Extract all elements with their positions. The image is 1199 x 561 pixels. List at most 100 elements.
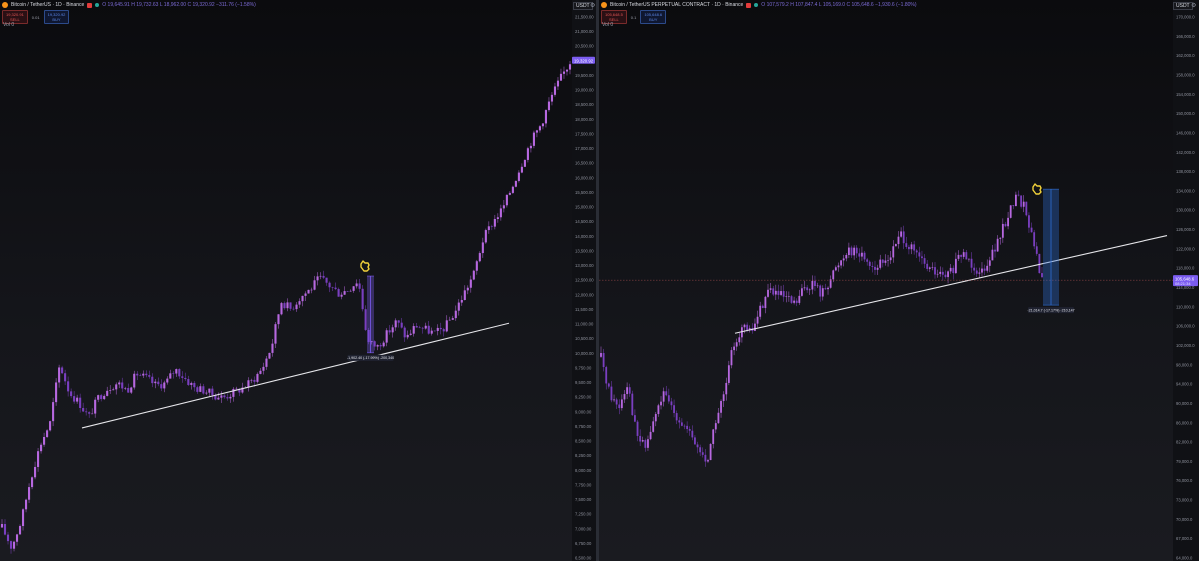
candle-body — [358, 283, 361, 289]
axis-tick-label: 8,250.00 — [575, 453, 592, 458]
candle-body — [415, 326, 418, 328]
axis-tick-label: 19,500.00 — [575, 73, 594, 78]
ohlc-values: O 19,645.91 H 19,732.63 L 18,962.00 C 19… — [102, 2, 256, 8]
candle-body — [649, 431, 652, 440]
candle-body — [746, 324, 749, 331]
axis-tick-label: 9,750.00 — [575, 365, 592, 370]
candle-body — [1017, 194, 1020, 196]
candle-body — [960, 254, 963, 257]
candle-body — [112, 389, 115, 391]
candle-body — [553, 86, 557, 95]
candles — [0, 60, 572, 554]
candle-body — [3, 524, 7, 535]
candle-body — [454, 310, 457, 319]
candle-body — [79, 397, 82, 409]
candle-body — [639, 435, 642, 442]
candle-body — [466, 287, 469, 291]
candle-body — [696, 444, 699, 448]
candle-body — [607, 383, 610, 387]
candle-body — [541, 123, 545, 127]
candle-body — [819, 285, 822, 297]
candle-body — [847, 247, 850, 256]
candle-body — [600, 353, 602, 357]
candle-body — [382, 342, 385, 347]
candle-body — [814, 280, 816, 286]
ohlc-values: O 107,579.2 H 107,847.4 L 105,169.0 C 10… — [761, 2, 917, 8]
candle-body — [268, 352, 271, 359]
candle-body — [409, 333, 412, 335]
axis-tick-label: 170,000.0 — [1176, 15, 1195, 20]
candle-body — [64, 373, 67, 382]
axis-tick-label: 9,000.00 — [575, 409, 592, 414]
axis-tick-label: 130,000.0 — [1176, 208, 1195, 213]
candle-body — [175, 369, 178, 374]
candle-body — [349, 290, 352, 292]
candle-body — [331, 287, 334, 288]
candle-body — [798, 295, 801, 303]
candle-body — [46, 430, 49, 437]
candle-body — [954, 258, 957, 274]
candle-body — [845, 255, 848, 259]
candle-body — [346, 291, 349, 292]
candle-body — [21, 509, 25, 527]
candle-body — [532, 132, 535, 146]
candle-body — [70, 391, 73, 397]
candle-body — [481, 242, 484, 254]
current-price-label: 19,320.92 — [574, 58, 594, 63]
candle-body — [827, 287, 829, 290]
countdown-label: 08:21:34 — [1175, 281, 1191, 286]
axis-tick-label: 6,750.00 — [575, 541, 592, 546]
candle-body — [670, 401, 673, 406]
candle-body — [665, 391, 668, 396]
candle-body — [253, 379, 256, 382]
candle-body — [986, 265, 989, 271]
pointing-hand-icon — [360, 260, 370, 272]
candle-body — [978, 272, 981, 274]
volume-indicator-label[interactable]: Vol 0 — [3, 22, 14, 28]
candle-body — [832, 270, 835, 280]
candle-body — [709, 443, 712, 461]
candle-body — [493, 218, 496, 227]
candle-body — [490, 226, 493, 227]
candle-body — [996, 238, 999, 252]
currency-button[interactable]: USDT — [1173, 2, 1193, 10]
candle-body — [829, 279, 832, 288]
candle-body — [385, 330, 388, 343]
candle-body — [780, 291, 782, 295]
buy-button[interactable]: 19,320.92 BUY — [43, 10, 70, 24]
candle-body — [211, 388, 214, 396]
axis-tick-label: 20,500.00 — [575, 44, 594, 49]
candle-body — [694, 437, 696, 445]
candle-body — [983, 268, 986, 271]
candle-body — [921, 256, 923, 259]
candle-body — [361, 288, 364, 310]
volume-indicator-label[interactable]: Vol 0 — [602, 22, 613, 28]
chart-canvas-right[interactable]: 170,000.0 166,000.0 162,000.0 158,000.0 154,… — [599, 0, 1199, 561]
axis-tick-label: 12,000.00 — [575, 292, 594, 297]
chart-pane-right[interactable]: 170,000.0 166,000.0 162,000.0 158,000.0 154,… — [599, 0, 1199, 561]
symbol-title[interactable]: Bitcoin / TetherUS · 1D · Binance — [11, 1, 84, 9]
candle-body — [217, 397, 220, 400]
chart-pane-left[interactable]: 21,500.0021,000.0020,500.0020,000.0019,5… — [0, 0, 596, 561]
candle-body — [918, 252, 921, 257]
candle-body — [24, 499, 28, 510]
buy-button[interactable]: 105,648.6 BUY — [640, 10, 667, 24]
axis-tick-label: 21,000.00 — [575, 29, 594, 34]
legend-header-left: Bitcoin / TetherUS · 1D · Binance O 19,6… — [2, 1, 256, 9]
chart-canvas-left[interactable]: 21,500.0021,000.0020,500.0020,000.0019,5… — [0, 0, 596, 561]
market-status-icon — [95, 3, 100, 7]
candle-body — [307, 289, 310, 294]
candle-body — [910, 244, 913, 250]
gear-icon[interactable]: ⚙ — [590, 2, 595, 9]
candle-body — [511, 186, 514, 193]
candle-body — [505, 194, 508, 206]
spread-value: 0.1 — [630, 14, 637, 20]
axis-tick-label: 150,000.0 — [1176, 111, 1195, 116]
candle-body — [325, 277, 328, 283]
candle-body — [73, 396, 76, 402]
symbol-title[interactable]: Bitcoin / TetherUS PERPETUAL CONTRACT · … — [610, 1, 743, 9]
candle-body — [939, 271, 942, 274]
candle-body — [460, 300, 463, 303]
gear-icon[interactable]: ⚙ — [1191, 2, 1196, 9]
candle-body — [634, 415, 636, 422]
